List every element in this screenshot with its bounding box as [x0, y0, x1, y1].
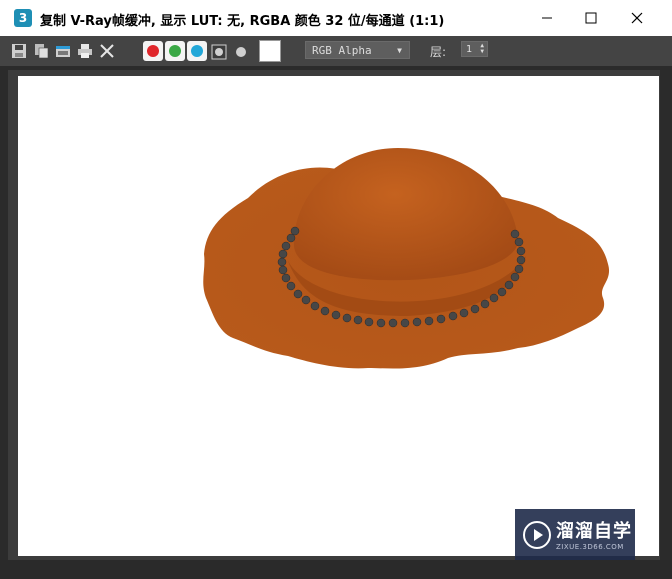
green-channel-icon: [169, 45, 181, 57]
status-bar: [0, 560, 672, 579]
alpha-channel-icon: [211, 44, 227, 60]
red-channel-button[interactable]: [143, 41, 163, 61]
blue-channel-button[interactable]: [187, 41, 207, 61]
print-icon: [78, 44, 92, 58]
play-logo-icon: [523, 521, 551, 549]
vfb-toolbar: RGB Alpha ▼ 层: 1 ▲ ▼: [0, 36, 672, 66]
layer-spinner[interactable]: 1 ▲ ▼: [461, 41, 488, 57]
3dsmax-app-icon: 3: [14, 9, 32, 27]
close-button[interactable]: [614, 0, 660, 36]
render-canvas[interactable]: [18, 76, 659, 556]
monochrome-button[interactable]: [232, 43, 250, 61]
color-swatch[interactable]: [259, 40, 281, 62]
title-bar[interactable]: 3 复制 V-Ray帧缓冲, 显示 LUT: 无, RGBA 颜色 32 位/每…: [0, 0, 672, 36]
spinner-arrows-icon: ▲ ▼: [480, 42, 484, 55]
copy-button[interactable]: [32, 42, 50, 60]
channel-select-value: RGB Alpha: [312, 44, 372, 57]
watermark: 溜溜自学 ZIXUE.3D66.COM: [515, 509, 635, 562]
watermark-text: 溜溜自学: [556, 521, 632, 542]
window-title: 复制 V-Ray帧缓冲, 显示 LUT: 无, RGBA 颜色 32 位/每通道…: [40, 14, 445, 29]
chevron-down-icon: ▼: [397, 46, 402, 55]
clone-icon: [56, 46, 70, 57]
minimize-button[interactable]: [524, 0, 570, 36]
maximize-icon: [585, 12, 597, 24]
clone-vfb-button[interactable]: [54, 42, 72, 60]
save-icon: [12, 44, 26, 58]
maximize-button[interactable]: [568, 0, 614, 36]
red-channel-icon: [147, 45, 159, 57]
print-button[interactable]: [76, 42, 94, 60]
rendered-hat-image: [203, 148, 610, 369]
close-icon: [631, 12, 643, 24]
clear-icon: [100, 44, 114, 58]
minimize-icon: [542, 17, 552, 19]
hat-crown: [293, 148, 518, 281]
save-image-button[interactable]: [10, 42, 28, 60]
blue-channel-icon: [191, 45, 203, 57]
copy-icon: [35, 44, 49, 59]
alpha-channel-button[interactable]: [210, 43, 228, 61]
clear-image-button[interactable]: [98, 42, 116, 60]
monochrome-icon: [236, 47, 246, 57]
channel-select[interactable]: RGB Alpha ▼: [305, 41, 410, 59]
green-channel-button[interactable]: [165, 41, 185, 61]
layer-value: 1: [466, 44, 473, 55]
layer-label: 层:: [430, 45, 447, 59]
watermark-url: ZIXUE.3D66.COM: [556, 543, 624, 551]
